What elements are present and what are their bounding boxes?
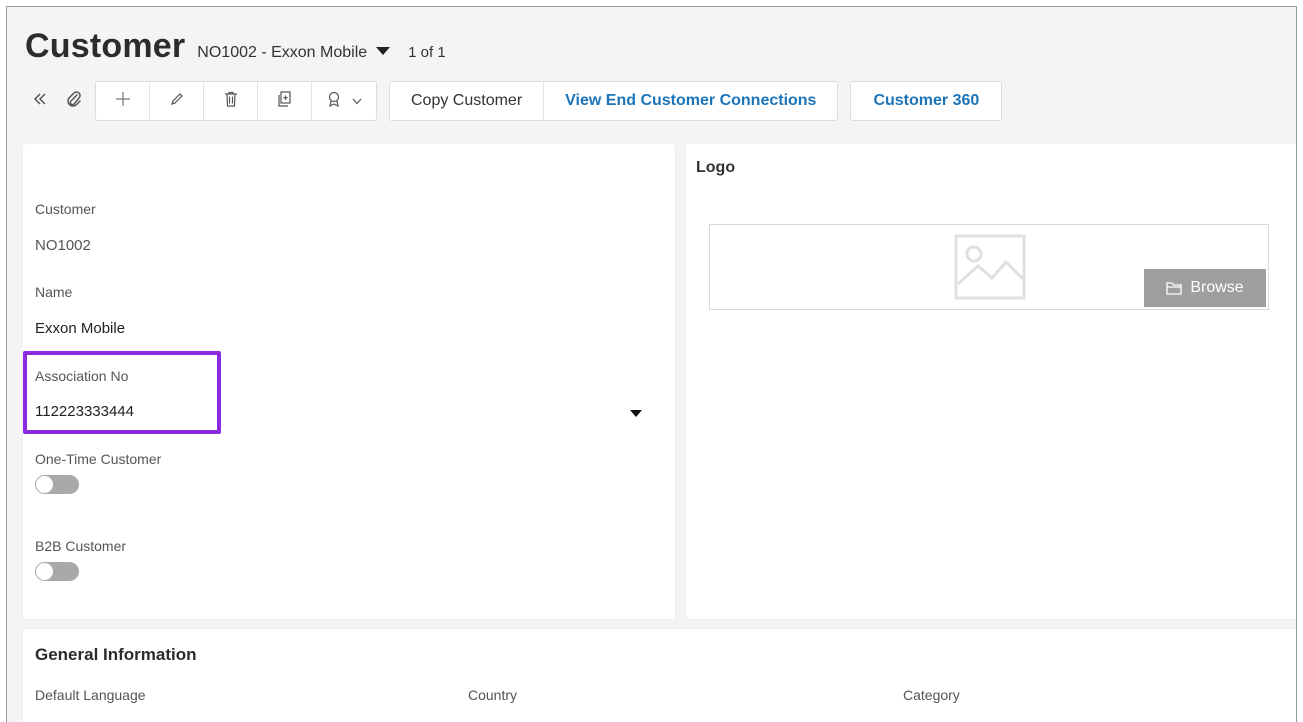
record-selector-label: NO1002 - Exxon Mobile [197, 44, 368, 61]
app-window: Customer NO1002 - Exxon Mobile 1 of 1 Co… [6, 6, 1297, 722]
logo-card: Logo Browse [686, 144, 1296, 619]
toggle-knob [36, 476, 53, 493]
collapse-button[interactable] [23, 81, 57, 121]
toolbar: Copy Customer View End Customer Connecti… [23, 81, 1003, 121]
b2b-customer-label: B2B Customer [35, 538, 127, 554]
association-no-dropdown-icon[interactable] [630, 410, 642, 417]
copy-customer-button[interactable]: Copy Customer [390, 82, 545, 120]
logo-title: Logo [696, 159, 736, 176]
duplicate-icon [277, 90, 292, 112]
one-time-customer-toggle[interactable] [35, 475, 79, 494]
toggle-knob [36, 563, 53, 580]
record-count: 1 of 1 [408, 44, 446, 61]
folder-icon [1166, 282, 1182, 295]
customer-360-group: Customer 360 [850, 81, 1003, 121]
customer-label: Customer [35, 201, 96, 217]
pencil-icon [170, 92, 184, 111]
association-no-label: Association No [35, 368, 129, 384]
logo-dropzone[interactable]: Browse [709, 224, 1269, 310]
record-actions-group [95, 81, 377, 121]
customer-value: NO1002 [35, 237, 91, 254]
b2b-customer-toggle[interactable] [35, 562, 79, 581]
browse-label: Browse [1190, 279, 1244, 296]
general-information-card: General Information Default Language Cou… [23, 629, 1296, 722]
caret-down-icon [376, 47, 391, 55]
category-label: Category [903, 687, 960, 703]
attachment-button[interactable] [57, 81, 91, 121]
default-language-label: Default Language [35, 687, 146, 703]
customer-actions-group: Copy Customer View End Customer Connecti… [389, 81, 839, 121]
ribbon-menu-button[interactable] [312, 82, 376, 120]
trash-icon [224, 91, 238, 112]
general-information-title: General Information [35, 645, 197, 664]
delete-button[interactable] [204, 82, 258, 120]
view-end-customer-connections-button[interactable]: View End Customer Connections [544, 82, 837, 120]
edit-button[interactable] [150, 82, 204, 120]
paperclip-icon [66, 90, 82, 113]
chevron-down-icon [352, 92, 362, 110]
association-no-input[interactable]: 112223333444 [35, 403, 134, 420]
duplicate-button[interactable] [258, 82, 312, 120]
page-header: Customer NO1002 - Exxon Mobile 1 of 1 [25, 27, 446, 66]
country-label: Country [468, 687, 518, 703]
customer-360-button[interactable]: Customer 360 [851, 82, 1001, 120]
name-label: Name [35, 284, 73, 300]
record-selector[interactable]: NO1002 - Exxon Mobile [197, 44, 391, 62]
image-placeholder-icon [954, 234, 1026, 305]
collapse-icon [33, 92, 47, 111]
browse-button[interactable]: Browse [1144, 269, 1266, 307]
plus-icon [115, 91, 131, 112]
name-value: Exxon Mobile [35, 320, 126, 337]
customer-details-card: Customer NO1002 Name Exxon Mobile Associ… [23, 144, 675, 619]
association-no-highlight [23, 351, 221, 434]
new-button[interactable] [96, 82, 150, 120]
one-time-customer-label: One-Time Customer [35, 451, 162, 467]
ribbon-icon [326, 91, 342, 112]
page-title: Customer [25, 27, 186, 65]
